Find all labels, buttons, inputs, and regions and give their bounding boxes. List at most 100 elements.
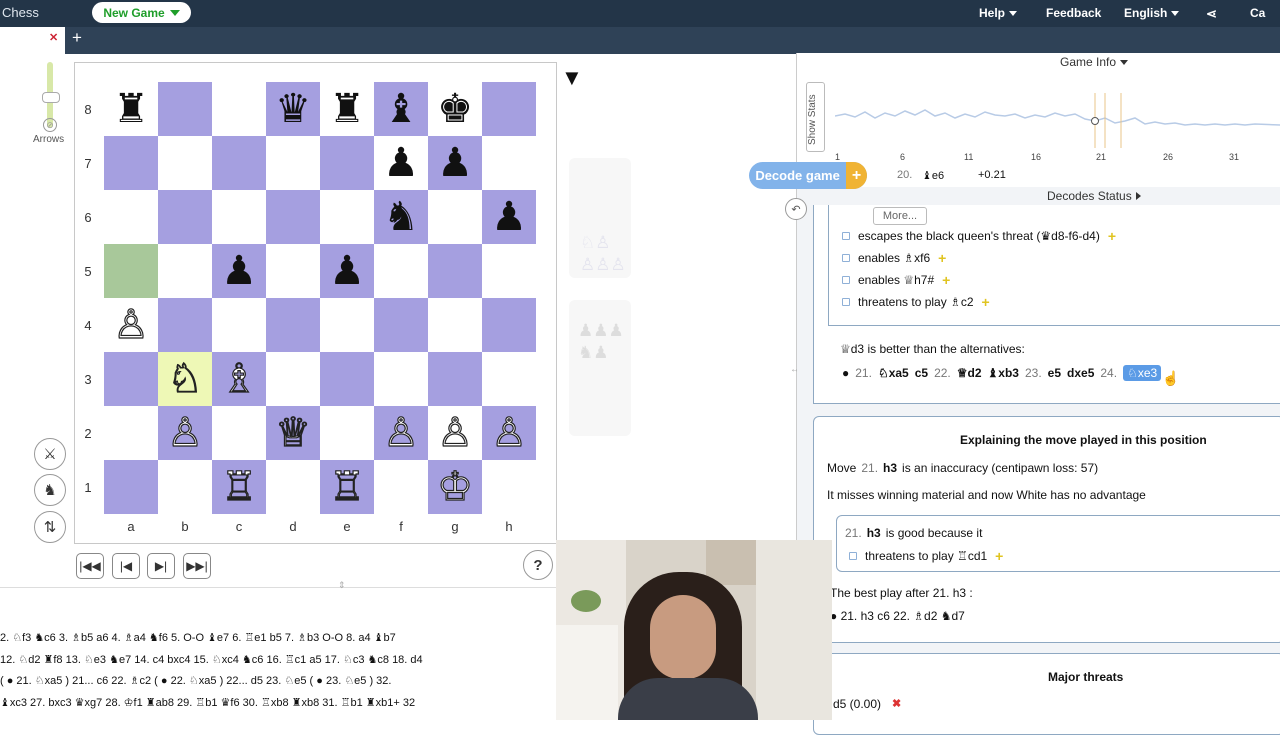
expand-plus-icon[interactable]: + [938, 250, 946, 266]
piece-d8[interactable]: ♛ [275, 89, 311, 129]
square-h3[interactable] [482, 352, 536, 406]
piece-d2[interactable]: ♕ [274, 412, 311, 453]
piece-h6[interactable]: ♟ [491, 197, 527, 237]
piece-g1[interactable]: ♔ [436, 466, 473, 507]
reason-item[interactable]: enables ♗xf6 + [842, 250, 946, 266]
square-c3[interactable]: ♗ [212, 352, 266, 406]
square-f4[interactable] [374, 298, 428, 352]
square-b4[interactable] [158, 298, 212, 352]
back-arrow-icon[interactable]: ↶ [785, 198, 807, 220]
user-menu[interactable]: Ca [1250, 6, 1265, 20]
move[interactable]: h3 [883, 461, 897, 475]
square-h5[interactable] [482, 244, 536, 298]
piece-c1[interactable]: ♖ [220, 466, 257, 507]
square-c6[interactable] [212, 190, 266, 244]
square-b8[interactable] [158, 82, 212, 136]
square-g6[interactable] [428, 190, 482, 244]
square-b1[interactable] [158, 460, 212, 514]
square-h1[interactable] [482, 460, 536, 514]
move[interactable]: ♘xa5 [878, 366, 909, 380]
move-list[interactable]: 2. ♘f3 ♞c6 3. ♗b5 a6 4. ♗a4 ♞f6 5. O-O ♝… [0, 628, 556, 720]
square-e1[interactable]: ♖ [320, 460, 374, 514]
share-icon[interactable]: ⋖ [1206, 6, 1217, 22]
piece-a4[interactable]: ♙ [112, 304, 149, 345]
arrows-slider-handle[interactable] [42, 92, 60, 103]
square-d1[interactable] [266, 460, 320, 514]
piece-c5[interactable]: ♟ [221, 251, 257, 291]
prev-move-button[interactable]: |◀ [112, 553, 140, 579]
square-g2[interactable]: ♙ [428, 406, 482, 460]
best-line[interactable]: ● 21. h3 c6 22. ♗d2 ♞d7 [830, 609, 965, 623]
square-e4[interactable] [320, 298, 374, 352]
square-a8[interactable]: ♜ [104, 82, 158, 136]
move[interactable]: c5 [915, 366, 928, 380]
piece-f7[interactable]: ♟ [383, 143, 419, 183]
square-b2[interactable]: ♙ [158, 406, 212, 460]
square-f2[interactable]: ♙ [374, 406, 428, 460]
piece-e1[interactable]: ♖ [328, 466, 365, 507]
alternative-line[interactable]: ● 21. ♘xa5 c5 22. ♕d2 ♝xb3 23. e5 dxe5 2… [842, 365, 1162, 381]
square-f7[interactable]: ♟ [374, 136, 428, 190]
piece-h2[interactable]: ♙ [490, 412, 527, 453]
close-icon[interactable]: ✕ [49, 31, 58, 44]
piece-f2[interactable]: ♙ [382, 412, 419, 453]
move[interactable]: e5 [1048, 366, 1061, 380]
square-a1[interactable] [104, 460, 158, 514]
square-d3[interactable] [266, 352, 320, 406]
square-a2[interactable] [104, 406, 158, 460]
flip-board-icon[interactable]: ⇅ [34, 511, 66, 543]
expand-plus-icon[interactable]: + [1108, 228, 1116, 244]
square-h4[interactable] [482, 298, 536, 352]
square-g4[interactable] [428, 298, 482, 352]
game-info-toggle[interactable]: Game Info [1060, 55, 1129, 69]
move-line[interactable]: ( ● 21. ♘xa5 ) 21... c6 22. ♗c2 ( ● 22. … [0, 671, 556, 693]
square-h7[interactable] [482, 136, 536, 190]
square-d4[interactable] [266, 298, 320, 352]
knight-tool-icon[interactable]: ♞ [34, 474, 66, 506]
add-tab-icon[interactable]: + [72, 28, 82, 48]
reason-item[interactable]: escapes the black queen's threat (♛d8-f6… [842, 228, 1116, 244]
square-f6[interactable]: ♞ [374, 190, 428, 244]
square-e3[interactable] [320, 352, 374, 406]
decodes-status-toggle[interactable]: Decodes Status [1047, 189, 1141, 203]
square-f1[interactable] [374, 460, 428, 514]
piece-g7[interactable]: ♟ [437, 143, 473, 183]
piece-b2[interactable]: ♙ [166, 412, 203, 453]
next-move-button[interactable]: ▶| [147, 553, 175, 579]
square-c8[interactable] [212, 82, 266, 136]
square-h8[interactable] [482, 82, 536, 136]
square-d7[interactable] [266, 136, 320, 190]
square-b7[interactable] [158, 136, 212, 190]
reason-item[interactable]: enables ♕h7# + [842, 272, 950, 288]
piece-f8[interactable]: ♝ [383, 89, 419, 129]
close-icon[interactable]: ✖ [892, 697, 901, 710]
square-e6[interactable] [320, 190, 374, 244]
square-c5[interactable]: ♟ [212, 244, 266, 298]
square-e8[interactable]: ♜ [320, 82, 374, 136]
square-c1[interactable]: ♖ [212, 460, 266, 514]
selected-move[interactable]: ♘xe3 [1123, 365, 1162, 381]
square-b3[interactable]: ♘ [158, 352, 212, 406]
help-icon[interactable]: ? [523, 550, 553, 580]
more-button[interactable]: More... [873, 207, 927, 225]
move[interactable]: ♝xb3 [988, 366, 1019, 380]
last-move-button[interactable]: ▶▶| [183, 553, 211, 579]
new-game-button[interactable]: New Game [92, 2, 191, 23]
reason-item[interactable]: threatens to play ♖cd1 + [849, 548, 1003, 564]
language-menu[interactable]: English [1124, 6, 1180, 20]
square-g8[interactable]: ♚ [428, 82, 482, 136]
reason-item[interactable]: threatens to play ♗c2 + [842, 294, 990, 310]
piece-b3[interactable]: ♘ [166, 358, 203, 399]
square-h2[interactable]: ♙ [482, 406, 536, 460]
square-d2[interactable]: ♕ [266, 406, 320, 460]
app-brand[interactable]: Chess [2, 5, 39, 20]
square-a3[interactable] [104, 352, 158, 406]
square-e2[interactable] [320, 406, 374, 460]
feedback-link[interactable]: Feedback [1046, 6, 1101, 20]
square-b5[interactable] [158, 244, 212, 298]
first-move-button[interactable]: |◀◀ [76, 553, 104, 579]
square-d6[interactable] [266, 190, 320, 244]
no-arrows-icon[interactable]: ⊘ [43, 118, 57, 132]
square-f5[interactable] [374, 244, 428, 298]
crossed-swords-icon[interactable]: ⚔ [34, 438, 66, 470]
